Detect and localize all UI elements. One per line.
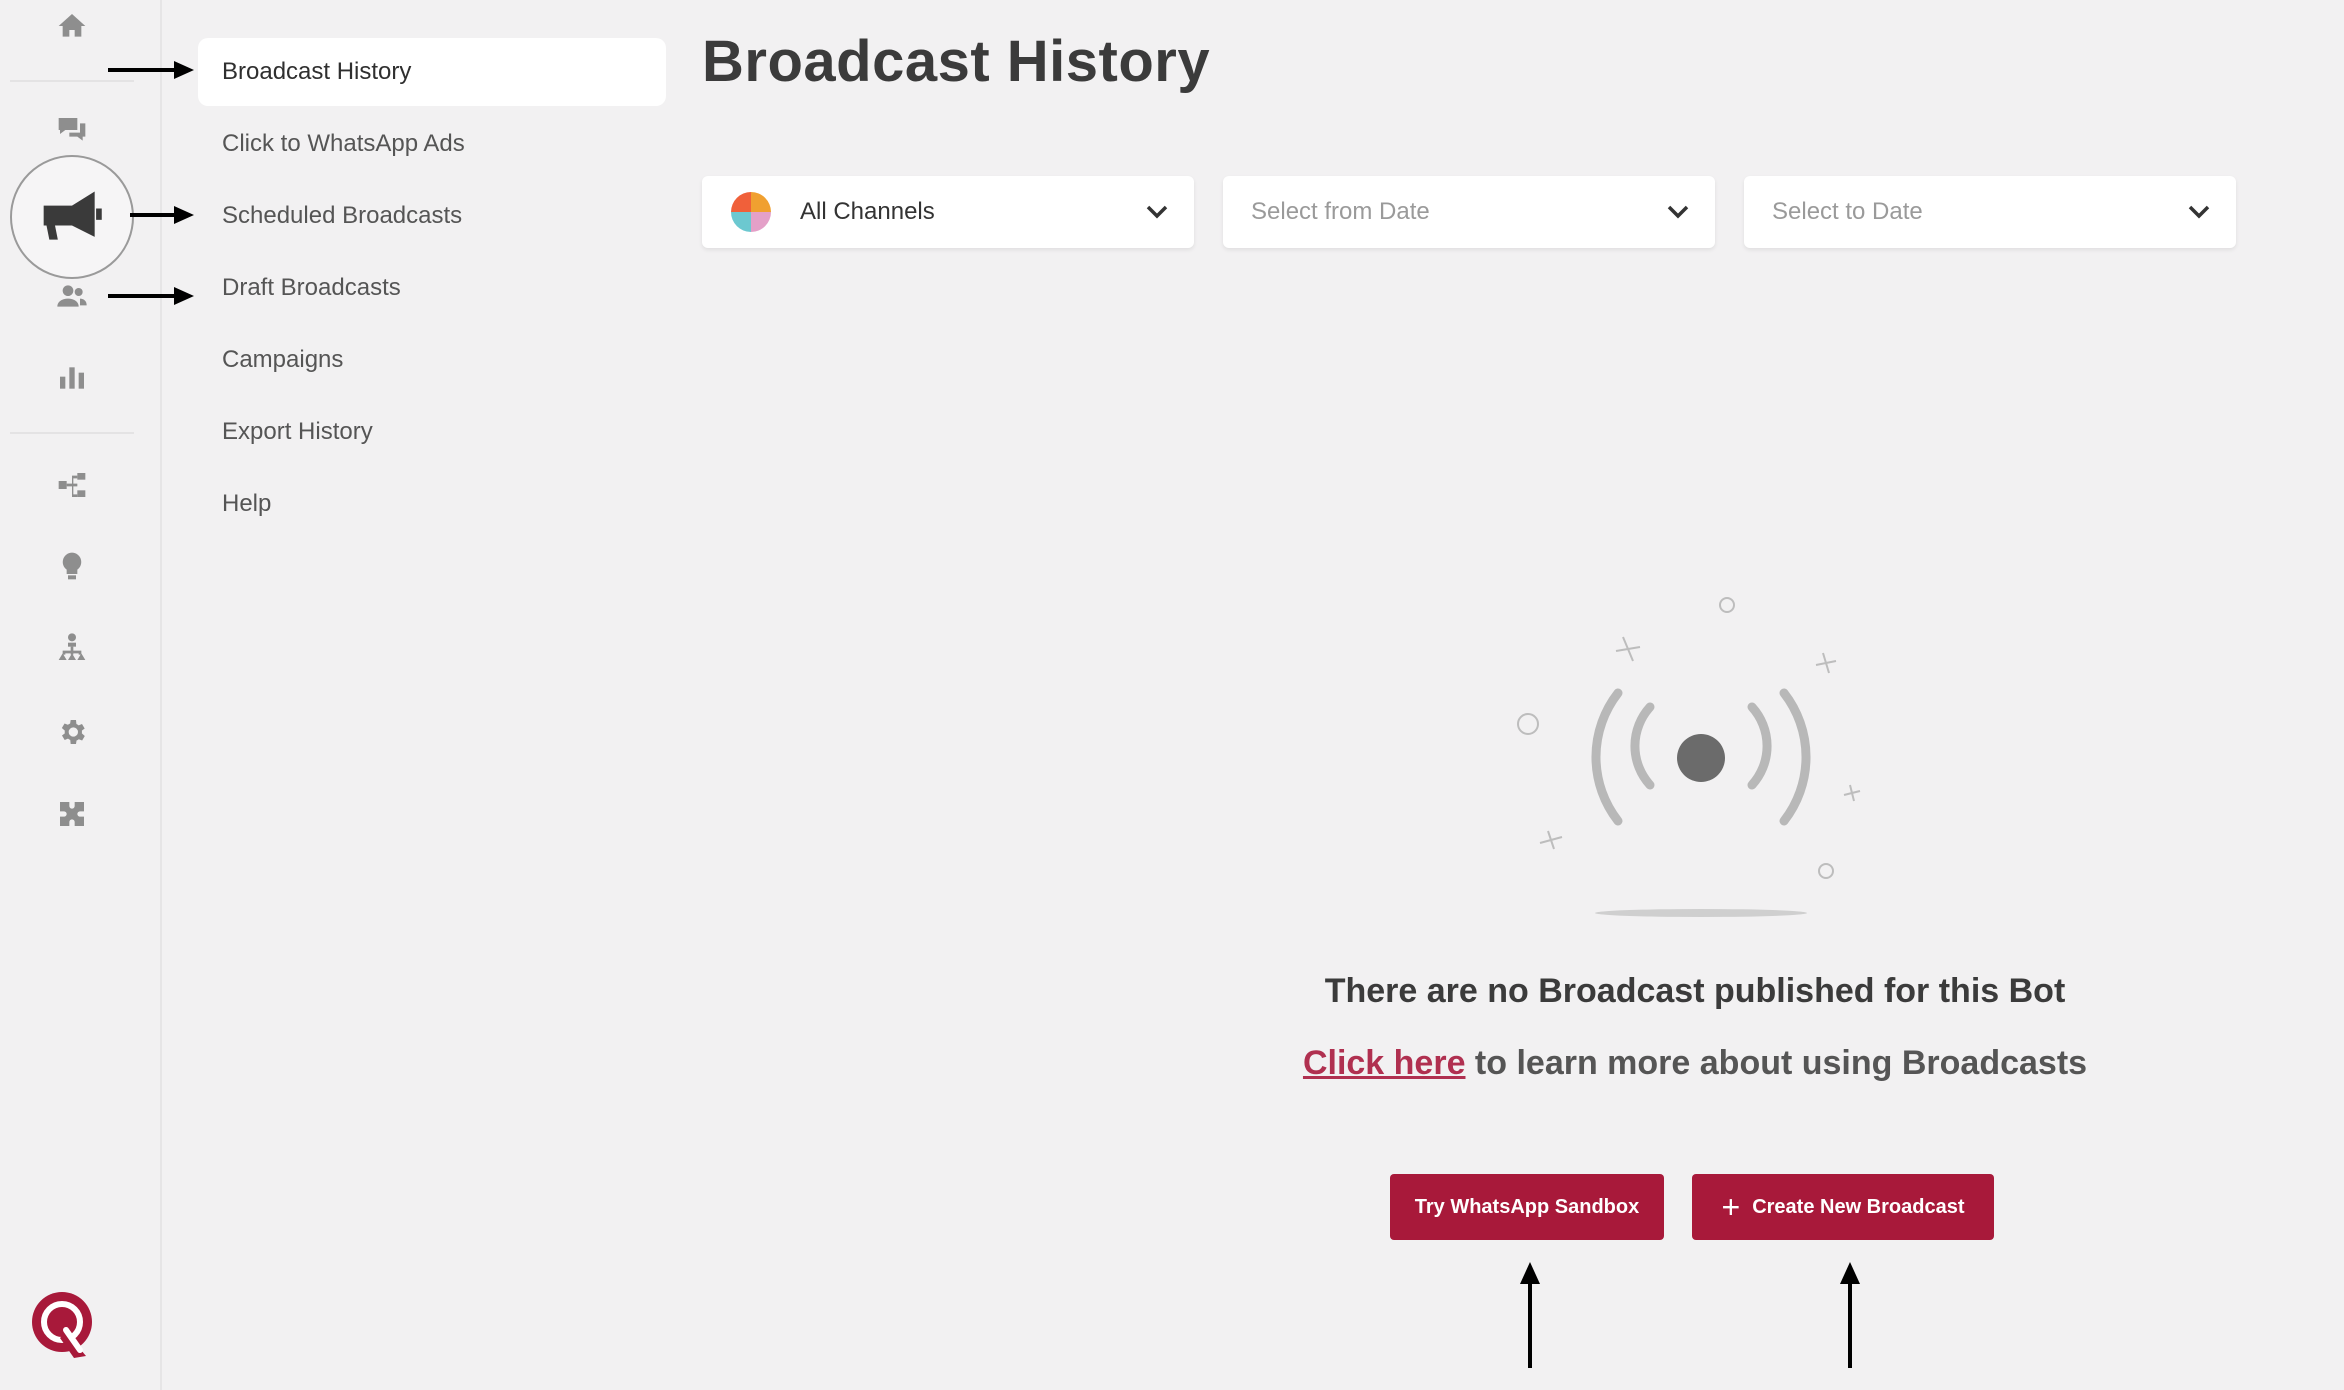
- channels-icon: [730, 191, 772, 233]
- channel-select-value: All Channels: [800, 198, 935, 225]
- annotation-arrow-up: [1518, 1262, 1542, 1368]
- rail-divider: [10, 432, 134, 434]
- from-date-select[interactable]: Select from Date: [1223, 176, 1715, 248]
- hierarchy-icon[interactable]: [52, 628, 92, 668]
- submenu-item-help[interactable]: Help: [198, 470, 666, 538]
- submenu-item-label: Click to WhatsApp Ads: [222, 130, 465, 157]
- submenu-item-draft-broadcasts[interactable]: Draft Broadcasts: [198, 254, 666, 322]
- empty-state-subtitle: Click here to learn more about using Bro…: [1000, 1044, 2344, 1083]
- to-date-select[interactable]: Select to Date: [1744, 176, 2236, 248]
- brand-logo-icon[interactable]: [26, 1286, 102, 1362]
- annotation-arrow-up: [1838, 1262, 1862, 1368]
- to-date-placeholder: Select to Date: [1772, 198, 1923, 225]
- submenu-item-label: Help: [222, 490, 272, 517]
- button-label: Create New Broadcast: [1752, 1195, 1965, 1218]
- gear-icon[interactable]: [52, 712, 92, 752]
- submenu-item-campaigns[interactable]: Campaigns: [198, 326, 666, 394]
- lightbulb-icon[interactable]: [52, 546, 92, 586]
- button-label: Try WhatsApp Sandbox: [1414, 1195, 1640, 1218]
- flow-icon[interactable]: [52, 465, 92, 505]
- try-whatsapp-sandbox-button[interactable]: Try WhatsApp Sandbox: [1390, 1174, 1664, 1240]
- rail-divider: [10, 80, 134, 82]
- create-new-broadcast-button[interactable]: + Create New Broadcast: [1692, 1174, 1994, 1240]
- puzzle-icon[interactable]: [52, 794, 92, 834]
- broadcast-signal-icon: [1490, 585, 1910, 925]
- chevron-down-icon: [1144, 199, 1170, 225]
- empty-state-subtitle-text: to learn more about using Broadcasts: [1465, 1044, 2088, 1082]
- from-date-placeholder: Select from Date: [1251, 198, 1430, 225]
- chevron-down-icon: [1665, 199, 1691, 225]
- page-title: Broadcast History: [702, 29, 1211, 94]
- bar-chart-icon[interactable]: [52, 358, 92, 398]
- plus-icon: +: [1721, 1189, 1741, 1225]
- submenu-item-label: Campaigns: [222, 346, 344, 373]
- megaphone-icon[interactable]: [10, 155, 134, 279]
- submenu-item-label: Export History: [222, 418, 373, 445]
- submenu-item-label: Scheduled Broadcasts: [222, 202, 463, 229]
- submenu-item-broadcast-history[interactable]: Broadcast History: [198, 38, 666, 106]
- submenu-item-export-history[interactable]: Export History: [198, 398, 666, 466]
- submenu-item-click-to-whatsapp-ads[interactable]: Click to WhatsApp Ads: [198, 110, 666, 178]
- annotation-arrow-right: [108, 60, 194, 80]
- chevron-down-icon: [2186, 199, 2212, 225]
- users-icon[interactable]: [52, 276, 92, 316]
- channel-select[interactable]: All Channels: [702, 176, 1194, 248]
- chat-icon[interactable]: [52, 110, 92, 150]
- annotation-arrow-right: [108, 286, 194, 306]
- submenu-item-label: Broadcast History: [222, 58, 412, 85]
- home-icon[interactable]: [52, 6, 92, 46]
- broadcast-submenu: Broadcast History Click to WhatsApp Ads …: [198, 38, 666, 542]
- submenu-item-scheduled-broadcasts[interactable]: Scheduled Broadcasts: [198, 182, 666, 250]
- learn-more-link[interactable]: Click here: [1303, 1044, 1466, 1082]
- empty-state-title: There are no Broadcast published for thi…: [1324, 972, 2066, 1010]
- submenu-item-label: Draft Broadcasts: [222, 274, 401, 301]
- annotation-arrow-right: [130, 205, 194, 225]
